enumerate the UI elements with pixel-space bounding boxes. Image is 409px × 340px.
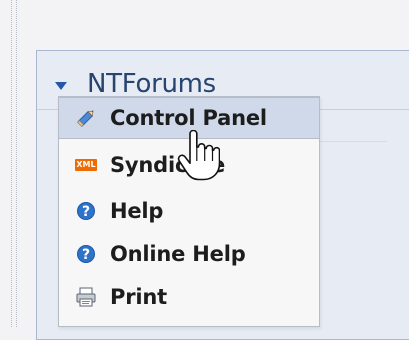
module-actions-menu: Control Panel XML Syndicate ? Help ? Onl… (58, 96, 320, 327)
xml-badge-text: XML (75, 159, 97, 171)
menu-item-label: Syndicate (110, 152, 226, 177)
menu-item-print[interactable]: Print (59, 276, 319, 318)
menu-item-control-panel[interactable]: Control Panel (59, 97, 319, 139)
menu-item-label: Print (110, 284, 167, 309)
module-title-group: NTForums (55, 69, 216, 99)
menu-item-online-help[interactable]: ? Online Help (59, 233, 319, 275)
menu-item-label: Control Panel (110, 105, 267, 130)
menu-item-label: Help (110, 198, 164, 223)
help-badge-text: ? (77, 202, 95, 220)
module-title: NTForums (87, 69, 216, 99)
module-dropdown-icon[interactable] (55, 81, 67, 90)
help-icon: ? (74, 199, 98, 223)
left-guide-line-secondary (16, 0, 17, 327)
menu-item-help[interactable]: ? Help (59, 190, 319, 232)
xml-icon: XML (74, 153, 98, 177)
help-icon: ? (74, 242, 98, 266)
pencil-icon (74, 106, 98, 130)
menu-item-syndicate[interactable]: XML Syndicate (59, 144, 319, 186)
help-badge-text: ? (77, 245, 95, 263)
printer-icon (74, 285, 98, 309)
menu-item-label: Online Help (110, 241, 246, 266)
left-guide-line (11, 0, 12, 327)
